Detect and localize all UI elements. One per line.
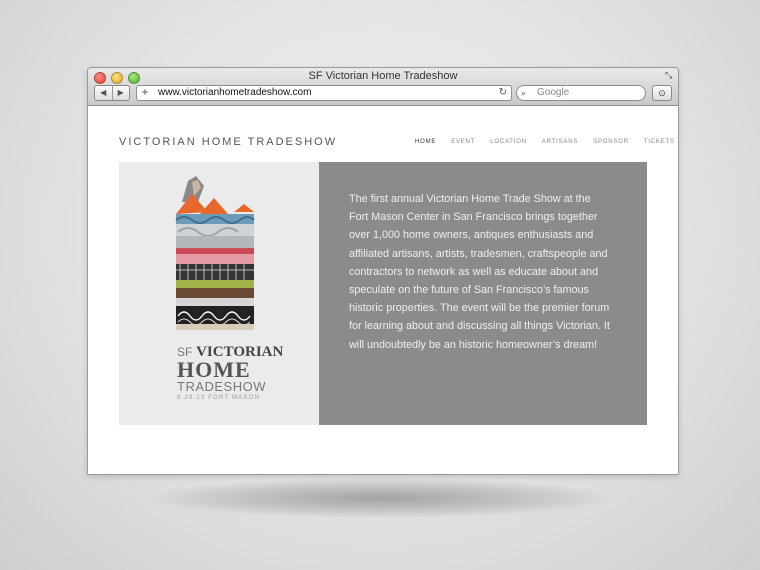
- poster-tradeshow-text: TRADESHOW: [177, 379, 266, 394]
- search-icon: ⌕: [521, 88, 527, 98]
- forward-arrow-icon[interactable]: ▶: [111, 86, 130, 100]
- title-bar: SF Victorian Home Tradeshow ⤡ ◀ ▶ + www.…: [88, 68, 678, 106]
- nav-home[interactable]: HOME: [415, 139, 436, 145]
- back-arrow-icon[interactable]: ◀: [95, 86, 112, 100]
- window-shadow: [150, 478, 610, 518]
- site-title[interactable]: VICTORIAN HOME TRADESHOW: [119, 136, 337, 148]
- browser-window: SF Victorian Home Tradeshow ⤡ ◀ ▶ + www.…: [87, 67, 679, 475]
- nav-location[interactable]: LOCATION: [490, 139, 527, 145]
- main-nav: HOME EVENT LOCATION ARTISANS SPONSOR TIC…: [415, 139, 678, 145]
- nav-tickets[interactable]: TICKETS: [644, 139, 675, 145]
- search-field[interactable]: ⌕ Google: [516, 85, 646, 101]
- history-buttons: ◀ ▶: [94, 85, 130, 101]
- address-bar[interactable]: + www.victorianhometradeshow.com ↻: [136, 85, 512, 101]
- web-page: VICTORIAN HOME TRADESHOW HOME EVENT LOCA…: [88, 106, 678, 474]
- search-placeholder[interactable]: Google: [537, 86, 569, 100]
- nav-event[interactable]: EVENT: [451, 139, 475, 145]
- url-text[interactable]: www.victorianhometradeshow.com: [158, 86, 311, 100]
- window-title: SF Victorian Home Tradeshow: [308, 70, 458, 82]
- nav-artisans[interactable]: ARTISANS: [542, 139, 578, 145]
- event-description: The first annual Victorian Home Trade Sh…: [349, 193, 610, 351]
- nav-sponsor[interactable]: SPONSOR: [593, 139, 629, 145]
- event-poster: SF VICTORIAN HOME TRADESHOW 9.29.13 FORT…: [119, 162, 319, 425]
- reload-icon[interactable]: ↻: [499, 86, 507, 100]
- fullscreen-icon[interactable]: ⤡: [665, 71, 674, 80]
- add-bookmark-icon[interactable]: +: [140, 86, 150, 99]
- poster-date-location: 9.29.13 FORT MASON: [177, 395, 261, 401]
- poster-home-text: HOME: [177, 357, 251, 382]
- description-panel: The first annual Victorian Home Trade Sh…: [319, 162, 647, 425]
- victorian-house-collage-image: [175, 176, 255, 330]
- settings-icon[interactable]: ⊙: [652, 85, 672, 101]
